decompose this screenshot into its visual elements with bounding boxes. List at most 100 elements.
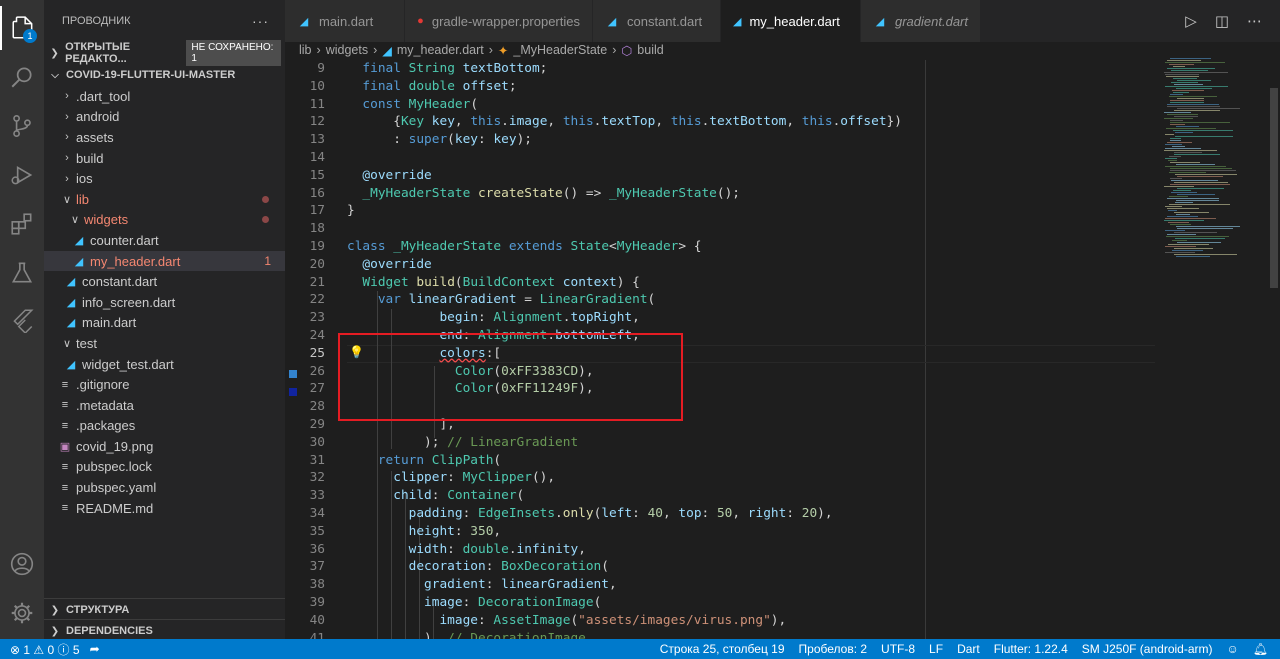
- code-line[interactable]: 30 ); // LinearGradient: [285, 434, 1165, 452]
- live-share-icon[interactable]: ➦: [90, 642, 100, 656]
- explorer-icon[interactable]: 1: [0, 6, 44, 50]
- testing-flask-icon[interactable]: [0, 251, 44, 295]
- chevron-right-icon: ›: [65, 90, 69, 103]
- settings-gear-icon[interactable]: [0, 591, 44, 635]
- breadcrumb-widgets[interactable]: widgets: [326, 43, 368, 57]
- code-line[interactable]: 40 image: AssetImage("assets/images/viru…: [285, 612, 1165, 630]
- minimap-line: [1167, 68, 1215, 69]
- language-mode[interactable]: Dart: [957, 642, 980, 656]
- code-text: image: DecorationImage(: [424, 595, 602, 610]
- code-line[interactable]: 14: [285, 149, 1165, 167]
- tree-folder-lib[interactable]: ∨ lib: [44, 189, 285, 210]
- source-control-icon[interactable]: [0, 104, 44, 148]
- code-line[interactable]: 23 begin: Alignment.topRight,: [285, 309, 1165, 327]
- notifications-bell-icon[interactable]: 🔔︎: [1253, 642, 1268, 656]
- project-section[interactable]: ⌵ COVID-19-FLUTTER-UI-MASTER: [44, 64, 285, 86]
- flutter-icon[interactable]: [0, 298, 44, 342]
- structure-section[interactable]: ❯ СТРУКТУРА: [44, 598, 285, 621]
- tree-file-my-header[interactable]: ◢ my_header.dart 1: [44, 250, 285, 272]
- tree-folder-dart-tool[interactable]: › .dart_tool: [44, 86, 285, 107]
- tree-file-widget-test[interactable]: ◢ widget_test.dart: [44, 354, 285, 375]
- code-line[interactable]: 21 Widget build(BuildContext context) {: [285, 274, 1165, 292]
- account-icon[interactable]: [0, 542, 44, 586]
- code-line[interactable]: 20 @override: [285, 256, 1165, 274]
- tree-folder-assets[interactable]: › assets: [44, 127, 285, 148]
- run-debug-icon[interactable]: [0, 153, 44, 197]
- feedback-icon[interactable]: ☺: [1227, 642, 1239, 656]
- code-line[interactable]: 13 : super(key: key);: [285, 131, 1165, 149]
- tree-folder-widgets[interactable]: ∨ widgets: [44, 210, 285, 231]
- device-selector[interactable]: SM J250F (android-arm): [1082, 642, 1213, 656]
- code-line[interactable]: 11 const MyHeader(: [285, 96, 1165, 114]
- line-number: 9: [317, 61, 325, 76]
- code-line[interactable]: 22 var linearGradient = LinearGradient(: [285, 291, 1165, 309]
- code-line[interactable]: 19 class _MyHeaderState extends State<MyH…: [285, 238, 1165, 256]
- tab-main-dart[interactable]: ◢ main.dart: [285, 0, 405, 42]
- more-actions-icon[interactable]: ⋯: [1247, 12, 1262, 30]
- tab-gradient-dart[interactable]: ◢ gradient.dart: [861, 0, 981, 42]
- tree-folder-android[interactable]: › android: [44, 107, 285, 128]
- code-line[interactable]: 12 {Key key, this.image, this.textTop, t…: [285, 113, 1165, 131]
- breadcrumb-class[interactable]: _MyHeaderState: [513, 43, 607, 57]
- minimap-line: [1165, 74, 1199, 75]
- code-line[interactable]: 41 ), // DecorationImage: [285, 630, 1165, 639]
- run-icon[interactable]: ▷: [1185, 12, 1197, 30]
- search-icon[interactable]: [0, 55, 44, 99]
- breadcrumb-method[interactable]: build: [637, 43, 663, 57]
- cursor-position[interactable]: Строка 25, столбец 19: [660, 642, 785, 656]
- breadcrumb-file[interactable]: my_header.dart: [397, 43, 484, 57]
- encoding[interactable]: UTF-8: [881, 642, 915, 656]
- split-editor-icon[interactable]: ◫: [1215, 12, 1229, 30]
- tree-label: ios: [76, 171, 93, 187]
- more-actions-icon[interactable]: ···: [252, 13, 269, 29]
- tree-folder-build[interactable]: › build: [44, 148, 285, 169]
- minimap-line: [1164, 118, 1193, 119]
- tree-file-gitignore[interactable]: ≡ .gitignore: [44, 374, 285, 395]
- breadcrumb-lib[interactable]: lib: [299, 43, 312, 57]
- extensions-icon[interactable]: [0, 202, 44, 246]
- scrollbar-thumb[interactable]: [1270, 88, 1278, 288]
- tree-file-main[interactable]: ◢ main.dart: [44, 313, 285, 334]
- tree-folder-ios[interactable]: › ios: [44, 168, 285, 189]
- tree-folder-test[interactable]: ∨ test: [44, 333, 285, 354]
- tree-file-packages[interactable]: ≡ .packages: [44, 416, 285, 437]
- code-line[interactable]: 31 return ClipPath(: [285, 452, 1165, 470]
- tree-file-covid-png[interactable]: ▣ covid_19.png: [44, 436, 285, 457]
- code-line[interactable]: 35 height: 350,: [285, 523, 1165, 541]
- tree-file-metadata[interactable]: ≡ .metadata: [44, 395, 285, 416]
- code-line[interactable]: 32 clipper: MyClipper(),: [285, 469, 1165, 487]
- code-line[interactable]: 9 final String textBottom;: [285, 60, 1165, 78]
- code-line[interactable]: 17}: [285, 202, 1165, 220]
- tree-file-info-screen[interactable]: ◢ info_screen.dart: [44, 292, 285, 313]
- open-editors-section[interactable]: ❯ ОТКРЫТЫЕ РЕДАКТО... НЕ СОХРАНЕНО: 1: [44, 40, 285, 66]
- code-line[interactable]: 34 padding: EdgeInsets.only(left: 40, to…: [285, 505, 1165, 523]
- code-line[interactable]: 33 child: Container(: [285, 487, 1165, 505]
- minimap-line: [1165, 158, 1177, 159]
- explorer-sidebar: ПРОВОДНИК ··· ❯ ОТКРЫТЫЕ РЕДАКТО... НЕ С…: [44, 0, 285, 639]
- code-line[interactable]: 16 _MyHeaderState createState() => _MyHe…: [285, 185, 1165, 203]
- code-line[interactable]: 39 image: DecorationImage(: [285, 594, 1165, 612]
- tree-file-pubspec-yaml[interactable]: ≡ pubspec.yaml: [44, 477, 285, 498]
- minimap-line: [1177, 80, 1211, 81]
- tree-file-constant[interactable]: ◢ constant.dart: [44, 271, 285, 292]
- indentation[interactable]: Пробелов: 2: [799, 642, 868, 656]
- code-line[interactable]: 37 decoration: BoxDecoration(: [285, 558, 1165, 576]
- minimap-line: [1168, 244, 1209, 245]
- code-text: Widget build(BuildContext context) {: [362, 274, 640, 290]
- code-line[interactable]: 15 @override: [285, 167, 1165, 185]
- code-line[interactable]: 18: [285, 220, 1165, 238]
- tree-file-counter[interactable]: ◢ counter.dart: [44, 230, 285, 251]
- code-line[interactable]: 38 gradient: linearGradient,: [285, 576, 1165, 594]
- tree-file-pubspec-lock[interactable]: ≡ pubspec.lock: [44, 457, 285, 478]
- minimap[interactable]: [1160, 58, 1268, 318]
- problems-indicator[interactable]: ⊗ 1 ⚠ 0 ⓘ 5: [10, 641, 80, 658]
- tree-file-readme[interactable]: ≡ README.md: [44, 498, 285, 519]
- tab-gradle-wrapper[interactable]: ● gradle-wrapper.properties: [405, 0, 593, 42]
- code-line[interactable]: 10 final double offset;: [285, 78, 1165, 96]
- tab-my-header-dart[interactable]: ◢ my_header.dart: [721, 0, 861, 42]
- flutter-version[interactable]: Flutter: 1.22.4: [994, 642, 1068, 656]
- code-line[interactable]: 36 width: double.infinity,: [285, 541, 1165, 559]
- scrollbar[interactable]: [1268, 58, 1280, 639]
- tab-constant-dart[interactable]: ◢ constant.dart: [593, 0, 721, 42]
- end-of-line[interactable]: LF: [929, 642, 943, 656]
